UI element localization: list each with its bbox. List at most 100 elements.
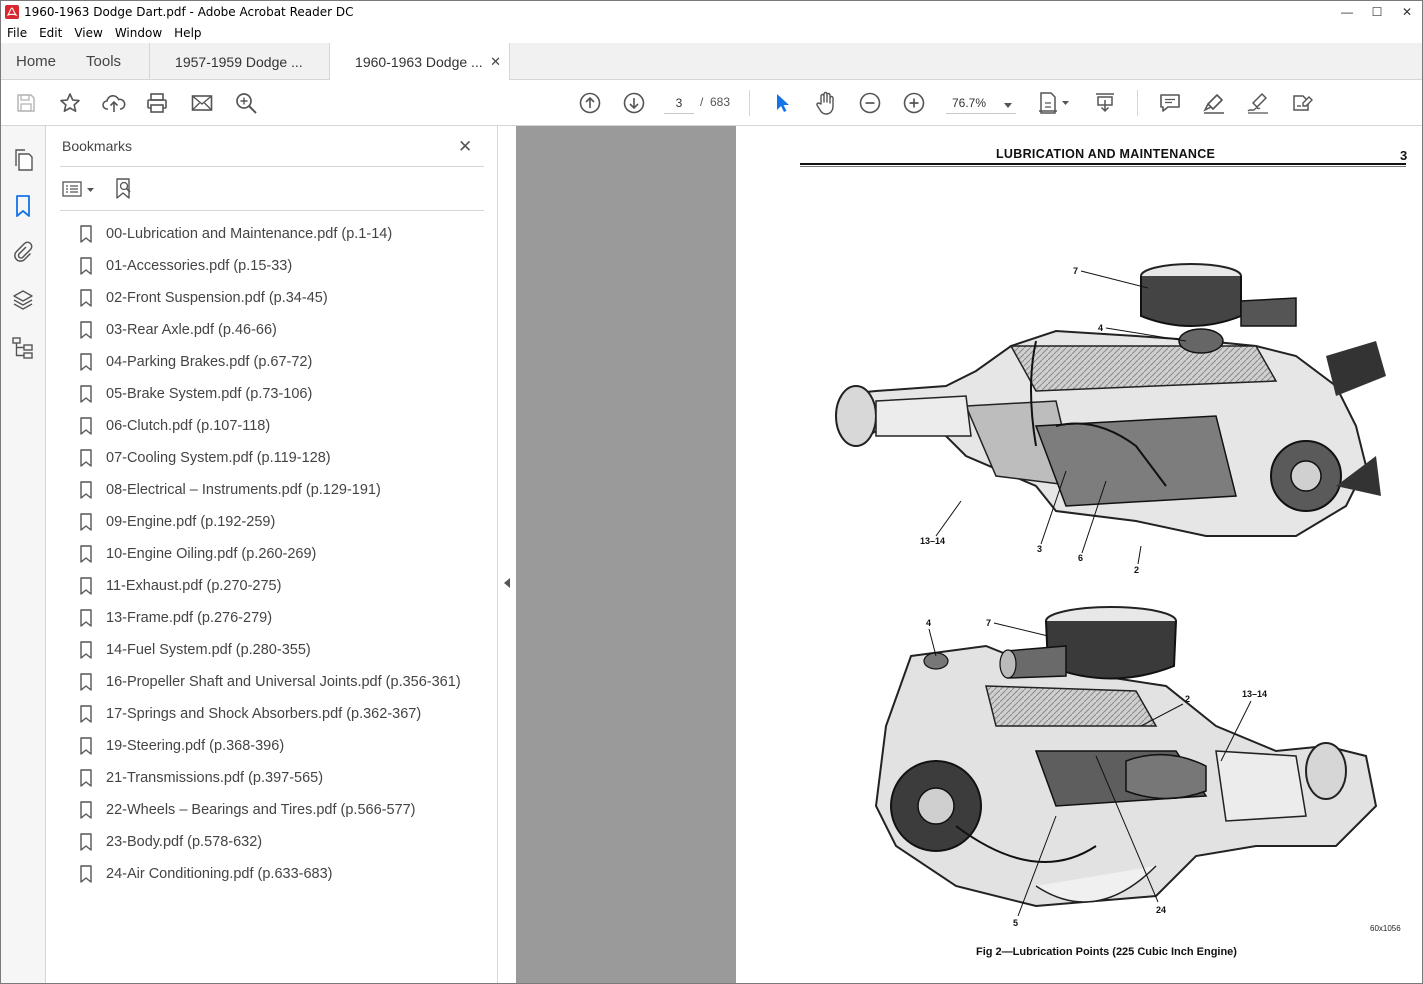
bookmark-item[interactable]: 16-Propeller Shaft and Universal Joints.… — [76, 666, 486, 698]
bookmark-label: 01-Accessories.pdf (p.15-33) — [106, 258, 293, 274]
save-icon[interactable] — [14, 91, 38, 115]
zoom-in-icon[interactable] — [902, 91, 926, 115]
page-fit-icon[interactable] — [1037, 91, 1073, 115]
bookmark-item[interactable]: 09-Engine.pdf (p.192-259) — [76, 506, 486, 538]
bookmark-item[interactable]: 13-Frame.pdf (p.276-279) — [76, 602, 486, 634]
scroll-mode-icon[interactable] — [1093, 91, 1117, 115]
callout-label: 5 — [1013, 918, 1018, 928]
upload-icon[interactable] — [102, 91, 126, 115]
minimize-button[interactable]: — — [1332, 1, 1362, 22]
bookmark-item[interactable]: 00-Lubrication and Maintenance.pdf (p.1-… — [76, 218, 486, 250]
zoom-level-select[interactable]: 76.7% — [946, 92, 1016, 114]
bookmark-item[interactable]: 10-Engine Oiling.pdf (p.260-269) — [76, 538, 486, 570]
find-bookmark-icon[interactable] — [114, 177, 138, 201]
star-icon[interactable] — [58, 91, 82, 115]
attachment-icon[interactable] — [11, 240, 35, 264]
divider — [60, 166, 484, 167]
bookmark-label: 07-Cooling System.pdf (p.119-128) — [106, 450, 331, 466]
bookmark-label: 23-Body.pdf (p.578-632) — [106, 834, 263, 850]
menu-window[interactable]: Window — [109, 26, 168, 40]
menu-help[interactable]: Help — [168, 26, 207, 40]
mail-icon[interactable] — [190, 91, 214, 115]
tab-label: 1957-1959 Dodge ... — [175, 53, 303, 70]
close-panel-button[interactable]: ✕ — [458, 137, 472, 157]
bookmark-item[interactable]: 14-Fuel System.pdf (p.280-355) — [76, 634, 486, 666]
page-up-icon[interactable] — [578, 91, 602, 115]
chevron-down-icon — [1004, 98, 1012, 112]
maximize-button[interactable]: ☐ — [1362, 1, 1392, 22]
bookmark-item[interactable]: 02-Front Suspension.pdf (p.34-45) — [76, 282, 486, 314]
bookmark-icon[interactable] — [11, 194, 35, 218]
window-controls: — ☐ ✕ — [1332, 1, 1422, 22]
bookmark-icon — [80, 769, 94, 787]
page-number-input[interactable] — [664, 92, 694, 114]
bookmark-icon — [80, 385, 94, 403]
window-title: 1960-1963 Dodge Dart.pdf - Adobe Acrobat… — [24, 4, 354, 19]
bookmark-icon — [80, 417, 94, 435]
engine-illustration: 7 4 13–14 3 6 2 4 7 2 13–14 5 24 — [835, 263, 1386, 928]
bookmark-label: 13-Frame.pdf (p.276-279) — [106, 610, 273, 626]
callout-label: 4 — [926, 618, 931, 628]
main-toolbar: / 683 76.7% — [1, 80, 1422, 126]
print-icon[interactable] — [145, 91, 169, 115]
bookmark-label: 24-Air Conditioning.pdf (p.633-683) — [106, 866, 333, 882]
bookmark-label: 03-Rear Axle.pdf (p.46-66) — [106, 322, 277, 338]
bookmark-icon — [80, 673, 94, 691]
navigation-rail — [1, 126, 46, 983]
select-arrow-icon[interactable] — [770, 91, 794, 115]
search-zoom-icon[interactable] — [234, 91, 258, 115]
bookmark-item[interactable]: 01-Accessories.pdf (p.15-33) — [76, 250, 486, 282]
bookmark-item[interactable]: 21-Transmissions.pdf (p.397-565) — [76, 762, 486, 794]
bookmark-item[interactable]: 07-Cooling System.pdf (p.119-128) — [76, 442, 486, 474]
close-window-button[interactable]: ✕ — [1392, 1, 1422, 22]
callout-label: 13–14 — [1242, 689, 1267, 699]
bookmark-icon — [80, 353, 94, 371]
layers-icon[interactable] — [11, 288, 35, 312]
tab-document-1960[interactable]: 1960-1963 Dodge ... ✕ — [330, 43, 511, 81]
bookmark-label: 10-Engine Oiling.pdf (p.260-269) — [106, 546, 317, 562]
highlight-icon[interactable] — [1202, 91, 1226, 115]
acrobat-logo-icon — [4, 4, 20, 20]
pages-icon[interactable] — [11, 148, 35, 172]
bookmark-item[interactable]: 03-Rear Axle.pdf (p.46-66) — [76, 314, 486, 346]
bookmark-item[interactable]: 08-Electrical – Instruments.pdf (p.129-1… — [76, 474, 486, 506]
fill-sign-icon[interactable] — [1290, 91, 1314, 115]
bookmark-item[interactable]: 24-Air Conditioning.pdf (p.633-683) — [76, 858, 486, 890]
panel-title: Bookmarks — [62, 138, 133, 154]
sign-icon[interactable] — [1246, 91, 1270, 115]
zoom-out-icon[interactable] — [858, 91, 882, 115]
tab-bar: Home Tools 1957-1959 Dodge ... 1960-1963… — [1, 43, 1422, 81]
menu-bar: File Edit View Window Help — [1, 22, 1422, 43]
engine-figure-top: 7 4 13–14 3 6 2 — [835, 263, 1386, 575]
close-tab-button[interactable]: ✕ — [490, 54, 501, 70]
bookmark-item[interactable]: 17-Springs and Shock Absorbers.pdf (p.36… — [76, 698, 486, 730]
bookmark-item[interactable]: 11-Exhaust.pdf (p.270-275) — [76, 570, 486, 602]
hand-icon[interactable] — [814, 91, 838, 115]
callout-label: 7 — [986, 618, 991, 628]
bookmark-icon — [80, 865, 94, 883]
bookmark-label: 05-Brake System.pdf (p.73-106) — [106, 386, 313, 402]
tab-document-1957[interactable]: 1957-1959 Dodge ... — [150, 43, 331, 80]
bookmark-item[interactable]: 06-Clutch.pdf (p.107-118) — [76, 410, 486, 442]
bookmark-icon — [80, 449, 94, 467]
comment-icon[interactable] — [1158, 91, 1182, 115]
bookmark-item[interactable]: 23-Body.pdf (p.578-632) — [76, 826, 486, 858]
tab-tools[interactable]: Tools — [70, 43, 151, 80]
toolbar-divider — [749, 90, 750, 116]
bookmark-icon — [80, 801, 94, 819]
tab-home[interactable]: Home — [1, 43, 70, 80]
bookmark-options-button[interactable] — [62, 178, 98, 200]
bookmark-item[interactable]: 19-Steering.pdf (p.368-396) — [76, 730, 486, 762]
bookmark-icon — [80, 641, 94, 659]
bookmark-item[interactable]: 22-Wheels – Bearings and Tires.pdf (p.56… — [76, 794, 486, 826]
menu-view[interactable]: View — [68, 26, 108, 40]
structure-icon[interactable] — [11, 336, 35, 360]
bookmark-item[interactable]: 05-Brake System.pdf (p.73-106) — [76, 378, 486, 410]
menu-edit[interactable]: Edit — [33, 26, 68, 40]
page-down-icon[interactable] — [622, 91, 646, 115]
collapse-panel-icon[interactable] — [500, 576, 514, 590]
bookmark-icon — [80, 225, 94, 243]
document-viewport[interactable]: LUBRICATION AND MAINTENANCE 3 7 4 13–14 … — [516, 126, 1422, 983]
bookmark-item[interactable]: 04-Parking Brakes.pdf (p.67-72) — [76, 346, 486, 378]
menu-file[interactable]: File — [1, 26, 33, 40]
